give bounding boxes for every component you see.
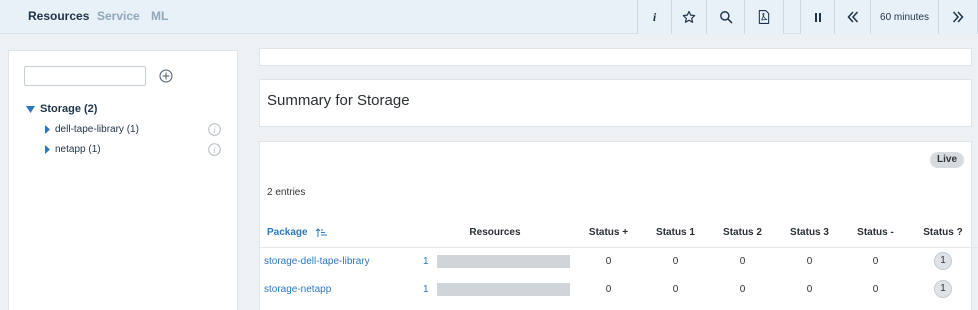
column-header-status-unknown[interactable]: Status ? <box>908 219 978 248</box>
resources-bar <box>436 282 570 296</box>
double-chevron-right-icon <box>952 11 964 23</box>
column-header-status-plus[interactable]: Status + <box>575 219 642 248</box>
sort-asc-icon <box>316 228 328 238</box>
column-header-status-minus[interactable]: Status - <box>843 219 908 248</box>
search-button[interactable] <box>707 0 745 34</box>
table-row: storage-netapp 1 0 0 0 0 0 1 <box>260 275 978 303</box>
resource-tree-panel: Storage (2) dell-tape-library (1) i neta… <box>8 50 238 310</box>
column-header-status-2[interactable]: Status 2 <box>709 219 776 248</box>
summary-panel: Summary for Storage <box>259 79 972 127</box>
column-header-package[interactable]: Package <box>260 219 415 248</box>
header-panel <box>259 48 972 66</box>
svg-text:i: i <box>213 145 216 155</box>
tree-node-label: netapp (1) <box>55 144 101 155</box>
column-header-status-3[interactable]: Status 3 <box>776 219 843 248</box>
svg-text:i: i <box>213 125 216 135</box>
status-unknown-badge[interactable]: 1 <box>934 252 952 271</box>
status-1-cell: 0 <box>672 283 679 295</box>
top-bar: Resources Service ML i 60 minutes <box>0 0 978 34</box>
live-badge[interactable]: Live <box>930 152 965 168</box>
time-range-selector[interactable]: 60 minutes <box>871 0 939 34</box>
pause-icon <box>814 12 821 22</box>
add-button[interactable] <box>159 69 173 86</box>
package-link[interactable]: storage-dell-tape-library <box>260 247 415 275</box>
status-unknown-badge[interactable]: 1 <box>934 280 952 298</box>
table-row: storage-dell-tape-library 1 0 0 0 0 0 1 <box>260 247 978 275</box>
status-1-cell: 0 <box>672 255 679 267</box>
status-plus-cell: 0 <box>605 255 612 267</box>
info-icon: i <box>652 9 657 24</box>
info-button[interactable]: i <box>638 0 672 34</box>
status-3-cell: 0 <box>806 283 813 295</box>
tab-service[interactable]: Service <box>97 9 140 23</box>
time-range-label: 60 minutes <box>880 11 929 23</box>
status-unknown-cell: 1 <box>908 275 978 303</box>
time-controls: 60 minutes <box>800 0 978 34</box>
resources-cell: 1 <box>415 275 575 303</box>
resources-bar <box>436 254 570 268</box>
resources-count-link[interactable]: 1 <box>423 284 429 295</box>
tree-node-label: Storage (2) <box>40 103 98 115</box>
status-2-cell: 0 <box>739 283 746 295</box>
status-minus-cell: 0 <box>872 283 879 295</box>
resources-count-link[interactable]: 1 <box>423 256 429 267</box>
packages-table: Package Resources Status + Status 1 Stat… <box>260 219 978 303</box>
double-chevron-left-icon <box>846 11 858 23</box>
resources-cell: 1 <box>415 247 575 275</box>
star-icon <box>682 10 696 23</box>
info-icon[interactable]: i <box>208 123 221 139</box>
entries-count: 2 entries <box>267 187 306 198</box>
pdf-icon <box>758 10 770 24</box>
time-back-button[interactable] <box>835 0 871 34</box>
tree-node-dell-tape-library[interactable]: dell-tape-library (1) <box>45 124 139 135</box>
tab-resources[interactable]: Resources <box>28 9 89 23</box>
time-forward-button[interactable] <box>939 0 977 34</box>
packages-panel: Live 2 entries Package Resources Status … <box>259 141 978 310</box>
package-link[interactable]: storage-netapp <box>260 275 415 303</box>
column-header-status-1[interactable]: Status 1 <box>642 219 709 248</box>
summary-title: Summary for Storage <box>267 92 410 109</box>
tree-node-storage[interactable]: Storage (2) <box>26 103 97 115</box>
status-2-cell: 0 <box>739 255 746 267</box>
plus-circle-icon <box>159 69 173 83</box>
export-pdf-button[interactable] <box>745 0 783 34</box>
column-header-resources[interactable]: Resources <box>415 219 575 248</box>
caret-right-icon <box>45 125 50 134</box>
status-3-cell: 0 <box>806 255 813 267</box>
caret-down-icon <box>26 105 35 113</box>
toolbar-actions: i <box>637 0 784 34</box>
pause-button[interactable] <box>801 0 835 34</box>
tree-node-label: dell-tape-library (1) <box>55 124 139 135</box>
caret-right-icon <box>45 145 50 154</box>
search-icon <box>719 11 732 24</box>
favorite-button[interactable] <box>672 0 707 34</box>
tree-node-netapp[interactable]: netapp (1) <box>45 144 101 155</box>
column-header-label: Package <box>267 227 308 239</box>
status-unknown-cell: 1 <box>908 247 978 275</box>
tab-ml[interactable]: ML <box>151 9 168 23</box>
info-icon[interactable]: i <box>208 143 221 159</box>
tree-filter-input[interactable] <box>24 66 146 86</box>
status-minus-cell: 0 <box>872 255 879 267</box>
status-plus-cell: 0 <box>605 283 612 295</box>
table-header-row: Package Resources Status + Status 1 Stat… <box>260 219 978 248</box>
